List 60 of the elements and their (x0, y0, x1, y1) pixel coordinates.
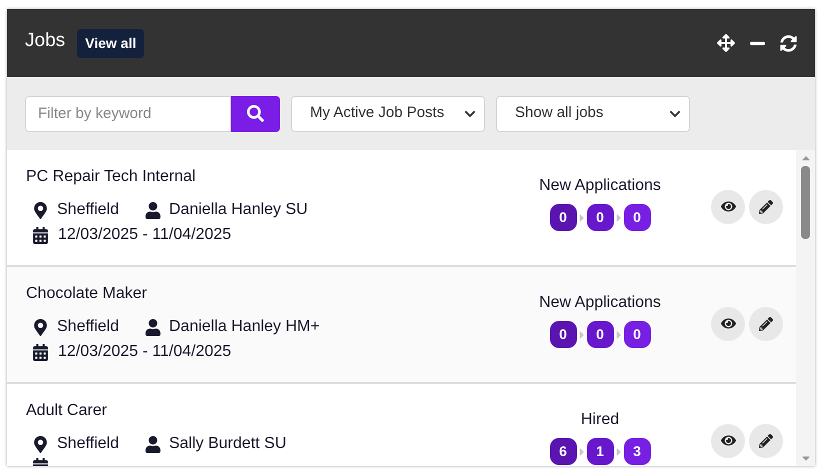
scrollbar[interactable] (796, 150, 815, 466)
job-status-dropdown[interactable]: Show all jobs (496, 96, 690, 132)
count-badge[interactable]: 0 (550, 204, 576, 231)
count-badge[interactable]: 0 (624, 204, 650, 231)
count-badge[interactable]: 0 (586, 321, 614, 348)
job-dates: 12/03/2025 - 11/04/2025 (58, 225, 232, 245)
eye-icon (720, 199, 736, 214)
view-all-button[interactable]: View all (77, 28, 144, 58)
location-pin-icon (34, 202, 47, 218)
pencil-icon (759, 434, 773, 448)
caret-right-icon (614, 212, 622, 224)
eye-icon (720, 316, 736, 331)
count-badge[interactable]: 6 (550, 438, 576, 465)
view-button[interactable] (711, 190, 745, 224)
job-owner: Sally Burdett SU (168, 434, 286, 454)
count-badge[interactable]: 0 (624, 321, 650, 348)
view-button[interactable] (711, 424, 745, 458)
keyword-field[interactable]: Filter by keyword (25, 96, 231, 132)
caret-right-icon (578, 328, 586, 340)
pipeline-stage: Hired (580, 410, 620, 430)
edit-button[interactable] (749, 306, 783, 340)
count-badge[interactable]: 0 (550, 321, 576, 348)
job-location: Sheffield (57, 434, 119, 454)
caret-right-icon (578, 446, 586, 458)
job-owner: Daniella Hanley SU (168, 200, 308, 220)
calendar-icon (33, 344, 48, 360)
pencil-icon (759, 316, 773, 330)
move-icon[interactable] (717, 34, 735, 52)
person-icon (144, 436, 161, 452)
search-button[interactable] (231, 96, 280, 132)
pencil-icon (759, 200, 773, 214)
caret-right-icon (578, 212, 586, 224)
job-title[interactable]: Adult Carer (26, 401, 500, 421)
edit-button[interactable] (749, 190, 783, 224)
refresh-icon[interactable] (780, 34, 797, 52)
person-icon (144, 202, 161, 218)
eye-icon (720, 433, 736, 448)
count-badge[interactable]: 3 (624, 438, 650, 465)
job-title[interactable]: Chocolate Maker (26, 284, 500, 304)
search-icon (247, 105, 264, 122)
scrollbar-thumb[interactable] (801, 166, 810, 239)
job-title[interactable]: PC Repair Tech Internal (26, 167, 500, 187)
job-dates: 12/03/2025 - 11/04/2025 (58, 342, 232, 362)
job-location: Sheffield (57, 200, 119, 220)
caret-right-icon (614, 328, 622, 340)
job-location: Sheffield (57, 317, 119, 337)
person-icon (144, 318, 161, 336)
location-pin-icon (34, 436, 47, 452)
pipeline-stage: New Applications (539, 176, 661, 196)
job-owner: Daniella Hanley HM+ (168, 317, 320, 337)
caret-right-icon (614, 446, 622, 458)
location-pin-icon (34, 318, 47, 336)
edit-button[interactable] (749, 424, 783, 458)
panel-title: Jobs (25, 28, 66, 53)
view-button[interactable] (711, 306, 745, 340)
count-badge[interactable]: 1 (586, 438, 614, 465)
pipeline-stage: New Applications (539, 293, 661, 313)
job-scope-dropdown[interactable]: My Active Job Posts (291, 96, 485, 132)
calendar-icon (33, 226, 48, 244)
count-badge[interactable]: 0 (586, 204, 614, 231)
